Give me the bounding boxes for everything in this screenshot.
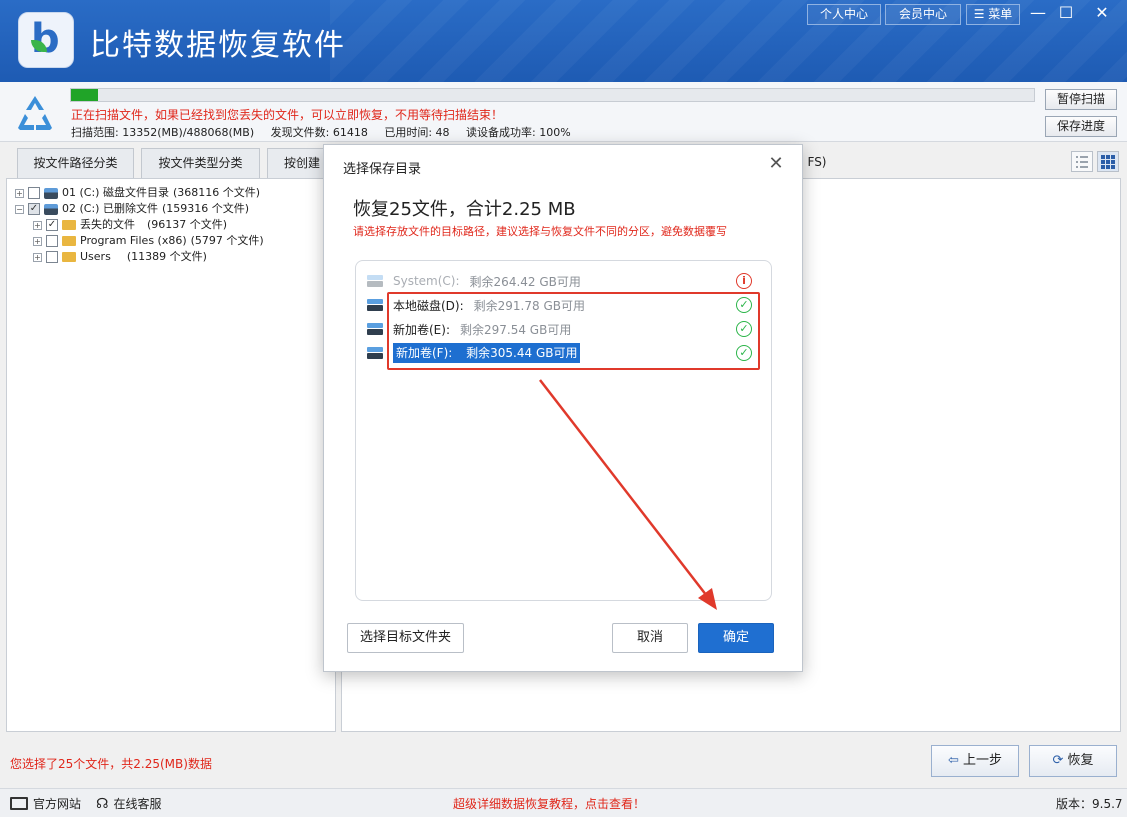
footer-bar: 官方网站 ☊ 在线客服 超级详细数据恢复教程，点击查看！ 版本：9.5.7 — [0, 788, 1127, 817]
dialog-close-icon[interactable]: ✕ — [765, 153, 787, 175]
folder-icon — [62, 252, 76, 262]
checkbox[interactable]: ✓ — [28, 203, 40, 215]
tree-item-deleted[interactable]: − ✓ 02 (C:) 已删除文件 (159316 个文件) — [15, 201, 249, 217]
version-label: 版本：9.5.7 — [1056, 797, 1123, 811]
tree-label: 02 (C:) 已删除文件 — [62, 202, 158, 215]
folder-tree-pane[interactable]: + 01 (C:) 磁盘文件目录 (368116 个文件) − ✓ 02 (C:… — [6, 178, 336, 732]
checkbox[interactable] — [46, 235, 58, 247]
monitor-icon — [10, 797, 28, 810]
cancel-button[interactable]: 取消 — [612, 623, 688, 653]
folder-icon — [62, 220, 76, 230]
warning-icon: i — [736, 273, 752, 289]
save-directory-dialog: 选择保存目录 ✕ 恢复25文件，合计2.25 MB 请选择存放文件的目标路径，建… — [323, 144, 803, 672]
support-link[interactable]: ☊ 在线客服 — [96, 795, 161, 812]
tree-label: Program Files (x86) — [80, 234, 187, 247]
title-bar: b 比特数据恢复软件 个人中心 会员中心 ☰ 菜单 — ☐ ✕ — [0, 0, 1127, 82]
folder-icon — [62, 236, 76, 246]
tree-item-lost-files[interactable]: + ✓ 丢失的文件 (96137 个文件) — [33, 217, 227, 233]
tree-count: (368116 个文件) — [172, 186, 261, 199]
collapse-icon[interactable]: − — [15, 204, 24, 214]
drive-icon — [44, 187, 58, 199]
tree-item-users[interactable]: + Users (11389 个文件) — [33, 249, 207, 265]
tab-fs[interactable]: FS) — [803, 148, 831, 178]
dialog-title: 选择保存目录 — [343, 162, 422, 177]
recover-label: 恢复 — [1067, 753, 1094, 768]
drive-free: 剩余264.42 GB可用 — [469, 274, 581, 289]
grid-view-icon[interactable] — [1097, 151, 1119, 172]
tree-label: Users — [80, 250, 111, 263]
scan-range: 扫描范围: 13352(MB)/488068(MB) — [71, 126, 255, 139]
close-icon[interactable]: ✕ — [1090, 2, 1114, 24]
drive-icon — [367, 347, 383, 359]
expand-icon[interactable]: + — [33, 236, 42, 246]
selection-summary: 您选择了25个文件，共2.25(MB)数据 — [10, 757, 212, 771]
expand-icon[interactable]: + — [33, 220, 42, 230]
tree-item-disk-dir[interactable]: + 01 (C:) 磁盘文件目录 (368116 个文件) — [15, 185, 260, 201]
prev-step-label: 上一步 — [963, 753, 1003, 768]
tree-count: (5797 个文件) — [190, 234, 264, 247]
checkbox[interactable]: ✓ — [46, 219, 58, 231]
checkbox[interactable] — [46, 251, 58, 263]
maximize-icon[interactable]: ☐ — [1054, 2, 1078, 24]
found-count: 发现文件数: 61418 — [270, 126, 368, 139]
recycle-scan-icon — [18, 96, 52, 130]
list-view-icon[interactable] — [1071, 151, 1093, 172]
progress-fill — [71, 89, 98, 101]
tree-count: (159316 个文件) — [161, 202, 250, 215]
member-center-button[interactable]: 会员中心 — [885, 4, 961, 25]
expand-icon[interactable]: + — [15, 188, 24, 198]
drive-icon — [44, 203, 58, 215]
website-label: 官方网站 — [33, 797, 82, 811]
refresh-icon: ⟳ — [1052, 753, 1064, 768]
scan-stats: 扫描范围: 13352(MB)/488068(MB) 发现文件数: 61418 … — [71, 124, 584, 140]
menu-button[interactable]: ☰ 菜单 — [966, 4, 1020, 25]
tree-count: (96137 个文件) — [147, 218, 228, 231]
tree-label: 01 (C:) 磁盘文件目录 — [62, 186, 169, 199]
drive-icon — [367, 275, 383, 287]
tree-count: (11389 个文件) — [126, 250, 207, 263]
scan-message: 正在扫描文件，如果已经找到您丢失的文件，可以立即恢复，不用等待扫描结束！ — [71, 108, 504, 122]
website-link[interactable]: 官方网站 — [10, 795, 81, 812]
pause-scan-button[interactable]: 暂停扫描 — [1045, 89, 1117, 110]
choose-folder-button[interactable]: 选择目标文件夹 — [347, 623, 464, 653]
app-title: 比特数据恢复软件 — [90, 28, 346, 63]
save-progress-button[interactable]: 保存进度 — [1045, 116, 1117, 137]
dialog-hint: 请选择存放文件的目标路径，建议选择与恢复文件不同的分区，避免数据覆写 — [353, 225, 727, 238]
menu-label: 菜单 — [988, 7, 1013, 21]
drive-icon — [367, 323, 383, 335]
scan-progress-bar — [70, 88, 1035, 102]
tab-by-path[interactable]: 按文件路径分类 — [17, 148, 134, 178]
recover-button[interactable]: ⟳ 恢复 — [1029, 745, 1117, 777]
app-logo: b — [18, 12, 74, 68]
elapsed-time: 已用时间: 48 — [384, 126, 450, 139]
drive-icon — [367, 299, 383, 311]
headset-icon: ☊ — [96, 795, 109, 812]
annotation-highlight-box — [387, 292, 760, 370]
tree-label: 丢失的文件 — [80, 218, 135, 231]
read-rate: 读设备成功率: 100% — [466, 126, 571, 139]
drive-item-c[interactable]: System(C): 剩余264.42 GB可用 — [367, 271, 581, 291]
minimize-icon[interactable]: — — [1026, 2, 1050, 24]
confirm-button[interactable]: 确定 — [698, 623, 774, 653]
tree-item-program-files[interactable]: + Program Files (x86) (5797 个文件) — [33, 233, 264, 249]
dialog-heading: 恢复25文件，合计2.25 MB — [353, 199, 576, 220]
prev-step-button[interactable]: ⇦ 上一步 — [931, 745, 1019, 777]
support-label: 在线客服 — [113, 797, 162, 811]
expand-icon[interactable]: + — [33, 252, 42, 262]
back-arrow-icon: ⇦ — [947, 753, 959, 768]
menu-icon: ☰ — [973, 7, 985, 21]
checkbox[interactable] — [28, 187, 40, 199]
tab-by-type[interactable]: 按文件类型分类 — [141, 148, 260, 178]
drive-name: System(C): — [393, 274, 460, 288]
user-center-button[interactable]: 个人中心 — [807, 4, 881, 25]
tutorial-link[interactable]: 超级详细数据恢复教程，点击查看！ — [453, 795, 645, 812]
